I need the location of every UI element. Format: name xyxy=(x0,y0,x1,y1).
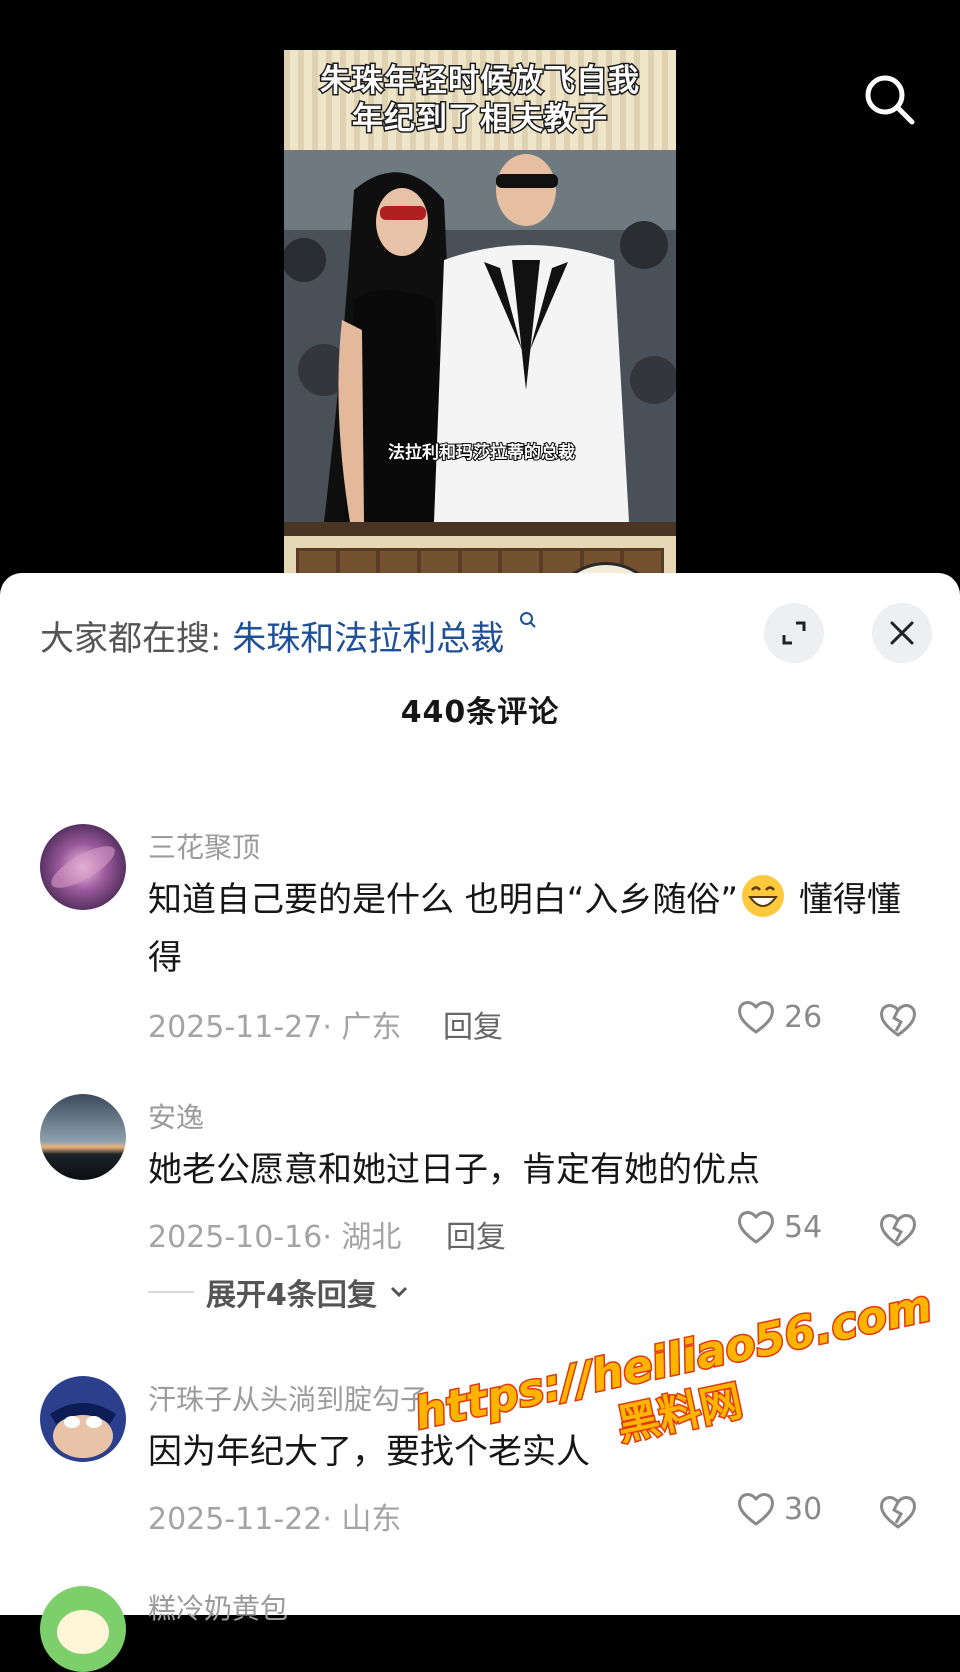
comment-text: 知道自己要的是什么 也明白“入乡随俗” 懂得懂得 xyxy=(148,871,918,987)
broken-heart-icon xyxy=(880,1004,916,1037)
like-button[interactable]: 54 xyxy=(736,1208,822,1246)
comment-text: 因为年纪大了，要找个老实人 xyxy=(148,1432,590,1472)
video-title-line-1: 朱珠年轻时候放飞自我 xyxy=(319,62,641,101)
video-title-line-2: 年纪到了相夫教子 xyxy=(351,100,609,139)
close-icon xyxy=(890,621,914,645)
chevron-down-icon xyxy=(390,1286,407,1298)
comment-date: 2025-10-16 xyxy=(148,1220,323,1255)
avatar[interactable] xyxy=(40,1094,126,1180)
comment-location: · 山东 xyxy=(322,1502,402,1537)
comment-meta: 2025-10-16· 湖北 xyxy=(148,1212,401,1256)
trending-search[interactable]: 大家都在搜: 朱珠和法拉利总裁 xyxy=(40,611,537,660)
avatar[interactable] xyxy=(40,824,126,910)
username[interactable]: 糕冷奶黄包 xyxy=(148,1587,288,1627)
dislike-button[interactable] xyxy=(878,1001,918,1043)
comment-meta: 2025-11-22· 山东 xyxy=(148,1494,401,1538)
expand-replies-button[interactable]: 展开4条回复 xyxy=(148,1270,409,1314)
like-button[interactable]: 30 xyxy=(736,1490,822,1528)
like-button[interactable]: 26 xyxy=(736,998,822,1036)
search-button[interactable] xyxy=(862,72,918,128)
comment-meta: 2025-11-27· 广东 xyxy=(148,1002,401,1046)
video-photo xyxy=(284,150,676,522)
comment-date: 2025-11-27 xyxy=(148,1010,323,1045)
avatar[interactable] xyxy=(40,1376,126,1462)
grinning-face-emoji xyxy=(742,875,785,917)
video-frame: 朱珠年轻时候放飞自我 年纪到了相夫教子 法拉利和玛莎拉蒂的总裁 xyxy=(284,50,676,600)
like-count: 30 xyxy=(784,1491,823,1527)
video-player[interactable]: 朱珠年轻时候放飞自我 年纪到了相夫教子 法拉利和玛莎拉蒂的总裁 xyxy=(0,0,960,600)
like-count: 26 xyxy=(784,999,823,1035)
divider xyxy=(148,1291,194,1293)
comment-count: 440条评论 xyxy=(400,695,560,730)
comment-location: · 广东 xyxy=(322,1010,402,1045)
small-search-icon xyxy=(520,612,536,628)
expand-button[interactable] xyxy=(764,603,824,663)
search-icon xyxy=(865,75,915,125)
broken-heart-icon xyxy=(880,1496,916,1529)
heart-icon xyxy=(738,1001,774,1034)
dislike-button[interactable] xyxy=(878,1493,918,1535)
trending-term[interactable]: 朱珠和法拉利总裁 xyxy=(232,619,504,659)
comment-location: · 湖北 xyxy=(322,1220,402,1255)
heart-icon xyxy=(738,1211,774,1244)
username[interactable]: 汗珠子从头淌到腚勾子 xyxy=(148,1378,428,1418)
username[interactable]: 安逸 xyxy=(148,1096,204,1136)
expand-icon xyxy=(782,621,806,645)
username[interactable]: 三花聚顶 xyxy=(148,826,260,866)
video-title-band: 朱珠年轻时候放飞自我 年纪到了相夫教子 xyxy=(284,50,676,150)
comment-text: 她老公愿意和她过日子，肯定有她的优点 xyxy=(148,1150,760,1190)
reply-button[interactable]: 回复 xyxy=(446,1212,506,1256)
reply-button[interactable]: 回复 xyxy=(443,1002,503,1046)
avatar[interactable] xyxy=(40,1586,126,1672)
broken-heart-icon xyxy=(880,1214,916,1247)
heart-icon xyxy=(738,1493,774,1526)
comment-date: 2025-11-22 xyxy=(148,1502,323,1537)
expand-replies-label: 展开4条回复 xyxy=(206,1278,377,1313)
video-caption: 法拉利和玛莎拉蒂的总裁 xyxy=(387,442,576,464)
trending-label: 大家都在搜: xyxy=(40,619,222,659)
dislike-button[interactable] xyxy=(878,1211,918,1253)
close-button[interactable] xyxy=(872,603,932,663)
like-count: 54 xyxy=(784,1209,823,1245)
